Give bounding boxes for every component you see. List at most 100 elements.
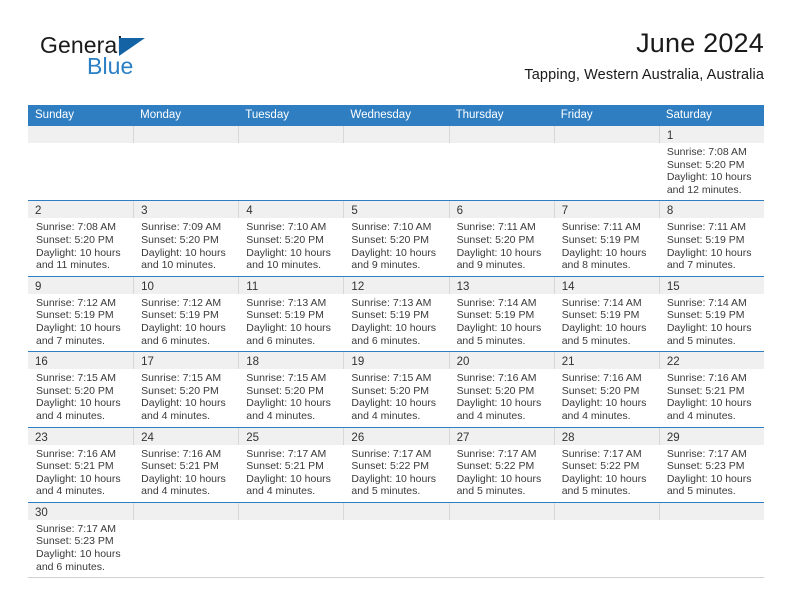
calendar-day-cell[interactable]: 11 Sunrise: 7:13 AM Sunset: 5:19 PM Dayligh… [238, 276, 344, 352]
weekday-header-row: Sunday Monday Tuesday Wednesday Thursday Frid… [28, 105, 764, 126]
sunset-line: Sunset: 5:19 PM [666, 233, 745, 246]
calendar-day-cell[interactable]: 2 Sunrise: 7:08 AM Sunset: 5:20 PM Daylight… [28, 201, 134, 276]
calendar-day-cell[interactable]: 1 Sunrise: 7:08 AM Sunset: 5:20 PM Daylight… [658, 126, 764, 201]
day-number: 29 [666, 431, 680, 444]
sunset-line: Sunset: 5:23 PM [666, 460, 745, 473]
day-number: 17 [141, 356, 154, 369]
calendar-day-cell[interactable]: 13 Sunrise: 7:14 AM Sunset: 5:19 PM Dayligh… [448, 276, 554, 352]
daylight-line: Daylight: 10 hours [456, 246, 542, 259]
calendar-day-cell[interactable]: 28 Sunrise: 7:17 AM Sunset: 5:22 PM Dayligh… [553, 427, 659, 502]
daylight-line: Daylight: 10 hours [141, 397, 226, 410]
calendar-day-cell[interactable]: 20 Sunrise: 7:16 AM Sunset: 5:20 PM Dayligh… [448, 352, 554, 427]
daylight-line-cont: and 7 minutes. [666, 259, 736, 272]
calendar-day-cell[interactable]: 7 Sunrise: 7:11 AM Sunset: 5:19 PM Daylight… [553, 201, 659, 276]
day-number-band: 10 [133, 276, 239, 294]
weekday-header-saturday: Saturday [665, 109, 712, 121]
sunset-line: Sunset: 5:20 PM [141, 384, 219, 397]
daylight-line: Daylight: 10 hours [666, 397, 752, 410]
sunset-line: Sunset: 5:22 PM [456, 460, 535, 473]
daylight-line-cont: and 4 minutes. [561, 409, 631, 422]
day-number-band: 4 [238, 201, 344, 219]
sunset-line: Sunset: 5:20 PM [561, 384, 640, 397]
calendar-day-cell[interactable]: 14 Sunrise: 7:14 AM Sunset: 5:19 PM Dayligh… [553, 276, 659, 352]
day-number: 30 [35, 506, 48, 519]
day-number: 21 [561, 356, 575, 369]
day-number-band: 25 [238, 427, 344, 445]
calendar-day-cell[interactable]: 10 Sunrise: 7:12 AM Sunset: 5:19 PM Dayligh… [133, 276, 239, 352]
day-details: Sunrise: 7:16 AM Sunset: 5:21 PM Daylight:… [659, 369, 764, 426]
day-number-band: 22 [658, 352, 764, 370]
calendar-day-cell[interactable]: 19 Sunrise: 7:15 AM Sunset: 5:20 PM Dayligh… [343, 352, 449, 427]
day-number: 22 [666, 356, 680, 369]
day-number-band [133, 126, 239, 143]
day-number-band: 21 [553, 352, 659, 370]
daylight-line-cont: and 4 minutes. [141, 485, 211, 498]
calendar-day-cell[interactable]: 21 Sunrise: 7:16 AM Sunset: 5:20 PM Dayligh… [553, 352, 659, 427]
calendar-day-cell[interactable]: 23 Sunrise: 7:16 AM Sunset: 5:21 PM Dayligh… [28, 427, 134, 502]
sunset-line: Sunset: 5:20 PM [666, 158, 745, 171]
daylight-line-cont: and 5 minutes. [456, 334, 526, 347]
day-details: Sunrise: 7:16 AM Sunset: 5:20 PM Daylight:… [449, 369, 554, 426]
day-details: Sunrise: 7:15 AM Sunset: 5:20 PM Daylight:… [343, 369, 448, 426]
calendar-day-cell[interactable]: 17 Sunrise: 7:15 AM Sunset: 5:20 PM Dayligh… [133, 352, 239, 427]
sunset-line: Sunset: 5:20 PM [246, 384, 324, 397]
day-number-band [553, 502, 659, 520]
daylight-line: Daylight: 10 hours [141, 472, 226, 485]
day-details: Sunrise: 7:17 AM Sunset: 5:23 PM Daylight:… [659, 445, 764, 502]
day-number-band [343, 126, 449, 143]
day-number-band [343, 502, 449, 520]
calendar-day-cell[interactable]: 8 Sunrise: 7:11 AM Sunset: 5:19 PM Daylight… [658, 201, 764, 276]
day-number-band: 8 [658, 201, 764, 219]
calendar-day-cell[interactable]: 30 Sunrise: 7:17 AM Sunset: 5:23 PM Dayligh… [28, 502, 134, 578]
calendar-day-cell[interactable]: 26 Sunrise: 7:17 AM Sunset: 5:22 PM Dayligh… [343, 427, 449, 502]
daylight-line: Daylight: 10 hours [36, 397, 121, 410]
calendar-day-cell[interactable]: 24 Sunrise: 7:16 AM Sunset: 5:21 PM Dayligh… [133, 427, 239, 502]
day-details: Sunrise: 7:12 AM Sunset: 5:19 PM Daylight:… [28, 294, 133, 351]
daylight-line: Daylight: 10 hours [666, 246, 752, 259]
daylight-line: Daylight: 10 hours [36, 472, 121, 485]
daylight-line-cont: and 7 minutes. [36, 334, 105, 347]
logo-text-blue: Blue [87, 53, 134, 79]
calendar-week-row: 2 Sunrise: 7:08 AM Sunset: 5:20 PM Daylight… [28, 200, 764, 276]
calendar-day-cell[interactable]: 5 Sunrise: 7:10 AM Sunset: 5:20 PM Daylight… [343, 201, 449, 276]
daylight-line: Daylight: 10 hours [561, 397, 647, 410]
daylight-line: Daylight: 10 hours [456, 472, 542, 485]
day-number: 24 [141, 431, 154, 444]
calendar-day-cell[interactable]: 3 Sunrise: 7:09 AM Sunset: 5:20 PM Daylight… [133, 201, 239, 276]
calendar-day-cell[interactable]: 4 Sunrise: 7:10 AM Sunset: 5:20 PM Daylight… [238, 201, 344, 276]
calendar-week-row: 16 Sunrise: 7:15 AM Sunset: 5:20 PM Dayligh… [28, 351, 764, 427]
sunrise-line: Sunrise: 7:17 AM [36, 522, 116, 535]
daylight-line-cont: and 6 minutes. [246, 334, 316, 347]
calendar-day-cell[interactable]: 16 Sunrise: 7:15 AM Sunset: 5:20 PM Dayligh… [28, 352, 134, 427]
calendar-day-cell[interactable]: 15 Sunrise: 7:14 AM Sunset: 5:19 PM Dayligh… [658, 276, 764, 352]
calendar-day-cell-empty [133, 502, 239, 578]
daylight-line-cont: and 10 minutes. [141, 259, 216, 272]
sunrise-line: Sunrise: 7:14 AM [666, 296, 747, 309]
calendar-day-cell-empty [343, 502, 449, 578]
calendar-day-cell[interactable]: 25 Sunrise: 7:17 AM Sunset: 5:21 PM Dayligh… [238, 427, 344, 502]
sunset-line: Sunset: 5:19 PM [351, 309, 430, 322]
day-number: 1 [666, 130, 674, 142]
calendar-day-cell[interactable]: 9 Sunrise: 7:12 AM Sunset: 5:19 PM Daylight… [28, 276, 134, 352]
day-number: 4 [246, 205, 253, 218]
sunset-line: Sunset: 5:21 PM [36, 460, 114, 473]
daylight-line: Daylight: 10 hours [351, 472, 437, 485]
calendar-day-cell-empty [133, 126, 239, 201]
calendar-grid: Sunday Monday Tuesday Wednesday Thursday Frid… [28, 105, 764, 579]
sunrise-line: Sunrise: 7:09 AM [141, 221, 222, 234]
calendar-day-cell[interactable]: 27 Sunrise: 7:17 AM Sunset: 5:22 PM Dayligh… [448, 427, 554, 502]
daylight-line-cont: and 6 minutes. [351, 334, 421, 347]
calendar-day-cell[interactable]: 22 Sunrise: 7:16 AM Sunset: 5:21 PM Dayligh… [658, 352, 764, 427]
calendar-day-cell[interactable]: 6 Sunrise: 7:11 AM Sunset: 5:20 PM Daylight… [448, 201, 554, 276]
general-blue-logo[interactable]: General Blue [30, 32, 230, 92]
sunrise-line: Sunrise: 7:13 AM [351, 296, 432, 309]
daylight-line-cont: and 5 minutes. [561, 334, 631, 347]
calendar-day-cell[interactable]: 12 Sunrise: 7:13 AM Sunset: 5:19 PM Dayligh… [343, 276, 449, 352]
day-number-band: 30 [28, 502, 134, 520]
day-number: 27 [456, 431, 470, 444]
day-number: 26 [351, 431, 365, 444]
calendar-day-cell[interactable]: 29 Sunrise: 7:17 AM Sunset: 5:23 PM Dayligh… [658, 427, 764, 502]
sunset-line: Sunset: 5:21 PM [666, 384, 745, 397]
calendar-week-row: 30 Sunrise: 7:17 AM Sunset: 5:23 PM Dayligh… [28, 501, 764, 579]
calendar-day-cell[interactable]: 18 Sunrise: 7:15 AM Sunset: 5:20 PM Dayligh… [238, 352, 344, 427]
